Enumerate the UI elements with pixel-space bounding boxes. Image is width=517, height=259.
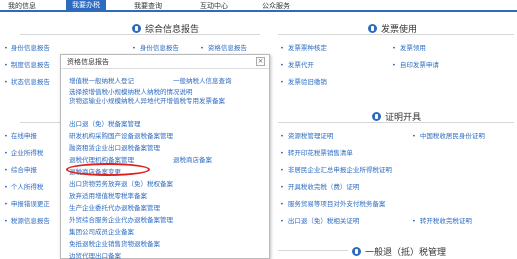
link-transfer-cert[interactable]: 转开税收完税证明	[412, 215, 472, 225]
link-invoice-cancel[interactable]: 发票验旧缴销	[280, 76, 327, 86]
left-link-status[interactable]: 状态信息报告	[4, 76, 50, 86]
popup-item[interactable]: 边贸代理出口备案	[69, 250, 121, 259]
link-stamp-tax-list[interactable]: 转开印花税票销售清单	[280, 147, 353, 157]
popup-item[interactable]: 免抵退税企业销售货物退税备案	[69, 238, 160, 248]
link-resource-tax-cert[interactable]: 资源税管理证明	[280, 130, 334, 140]
link-self-print[interactable]: 自印发票申请	[392, 59, 439, 69]
popup-item[interactable]: 集团公司成员企业备案	[69, 226, 134, 236]
divider	[278, 34, 514, 35]
nav-tax-handling[interactable]: 我要办税	[66, 0, 106, 11]
popup-item[interactable]: 放弃适用增值税零税率备案	[69, 190, 147, 200]
link-qualification-info[interactable]: 资格信息报告	[200, 42, 247, 52]
popup-item[interactable]: 生产企业委托代办退税备案管理	[69, 202, 160, 212]
link-nonresident-cert[interactable]: 非居民企业汇总申报企业所得税证明	[280, 164, 392, 174]
link-invoice-type[interactable]: 发票票种核定	[280, 42, 327, 52]
link-export-cert[interactable]: 出口退（免）税相关证明	[280, 215, 360, 225]
nav-query[interactable]: 我要查询	[134, 1, 162, 11]
divider	[278, 250, 348, 251]
popup-title: 资格信息报告	[67, 58, 109, 66]
report-icon	[132, 24, 141, 33]
popup-item[interactable]: 增值税一般纳税人登记	[69, 75, 134, 85]
invoice-icon	[368, 24, 377, 33]
left-link-system[interactable]: 制度信息报告	[4, 59, 50, 69]
tax-service-page: 我的信息 我要办税 我要查询 互动中心 公众服务 综合信息报告 发票使用 身份信…	[0, 0, 517, 259]
link-resident-cert[interactable]: 中国税收居民身份证明	[412, 130, 485, 140]
divider	[20, 122, 60, 123]
divider	[278, 122, 514, 123]
link-invoice-issue[interactable]: 发票代开	[280, 59, 314, 69]
popup-header: 资格信息报告 ×	[61, 55, 269, 69]
left-link-corporate-tax[interactable]: 企业所得税	[4, 147, 44, 157]
qualification-popup: 资格信息报告 × 增值税一般纳税人登记 一般纳税人信息查询 选择按增值税小规模纳…	[60, 54, 270, 259]
link-service-trade[interactable]: 服务贸易等项目对外支付税务备案	[280, 198, 386, 208]
divider	[20, 34, 260, 35]
link-identity-info[interactable]: 身份信息报告	[132, 42, 179, 52]
popup-item[interactable]: 融资租赁企业出口退税备案管理	[69, 142, 160, 152]
popup-item[interactable]: 外贸综合服务企业代办退税备案管理	[69, 214, 173, 224]
popup-item[interactable]: 一般纳税人信息查询	[173, 75, 232, 85]
left-link-tax-source[interactable]: 税源信息报告	[4, 215, 50, 225]
close-icon[interactable]: ×	[256, 57, 265, 66]
popup-item[interactable]: 研发机构采购国产设备退税备案管理	[69, 130, 173, 140]
popup-item[interactable]: 选择按增值税小规模纳税人纳税的情况说明	[69, 86, 193, 96]
left-link-combined[interactable]: 综合申报	[4, 164, 37, 174]
popup-item[interactable]: 货物运输业小规模纳税人异地代开增值税专用发票备案	[69, 97, 259, 106]
popup-item[interactable]: 出口货物劳务放弃退（免）税权备案	[69, 178, 173, 188]
nav-my-info[interactable]: 我的信息	[8, 1, 36, 11]
popup-item[interactable]: 退税商店备案	[173, 154, 212, 164]
link-invoice-receive[interactable]: 发票领用	[392, 42, 426, 52]
nav-interaction[interactable]: 互动中心	[200, 1, 228, 11]
refund-section-header: 一般退（抵）税管理	[352, 245, 446, 258]
refund-icon	[352, 247, 361, 256]
highlight-ellipse	[66, 163, 150, 176]
left-link-identity[interactable]: 身份信息报告	[4, 42, 50, 52]
nav-public-service[interactable]: 公众服务	[262, 1, 290, 11]
link-tax-paid-cert[interactable]: 开具税收完税（费）证明	[280, 181, 360, 191]
left-link-personal-tax[interactable]: 个人所得税	[4, 181, 44, 191]
popup-item[interactable]: 出口退（免）税备案管理	[69, 118, 141, 128]
cert-icon	[372, 112, 381, 121]
left-link-correction[interactable]: 申报错误更正	[4, 198, 50, 208]
left-link-online-filing[interactable]: 在线申报	[4, 130, 37, 140]
top-navigation: 我的信息 我要办税 我要查询 互动中心 公众服务	[0, 0, 517, 12]
refund-section-title: 一般退（抵）税管理	[365, 248, 447, 258]
